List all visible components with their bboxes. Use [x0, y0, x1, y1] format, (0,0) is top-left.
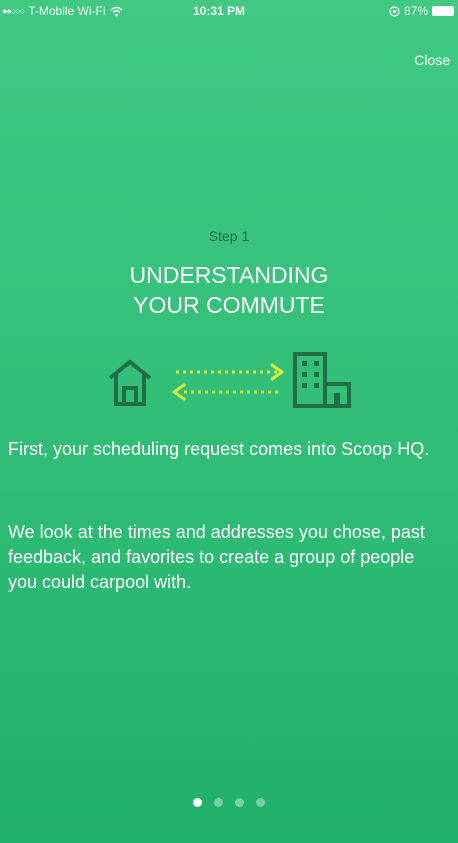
description-paragraph-1: First, your scheduling request comes int… — [8, 437, 448, 462]
location-icon — [389, 6, 400, 17]
status-bar: ●●○○○ T-Mobile Wi-Fi 10:31 PM 87% — [0, 0, 458, 22]
status-right: 87% — [389, 4, 454, 18]
page-dot-4[interactable] — [256, 798, 265, 807]
two-way-arrows-icon — [174, 365, 282, 399]
battery-icon — [432, 6, 454, 16]
house-icon — [110, 362, 150, 404]
title-line-2: YOUR COMMUTE — [0, 290, 458, 320]
building-icon — [295, 354, 349, 406]
description-paragraph-2: We look at the times and addresses you c… — [8, 520, 448, 595]
battery-percent: 87% — [404, 4, 428, 18]
page-indicator — [0, 798, 458, 807]
page-dot-1[interactable] — [193, 798, 202, 807]
page-title: UNDERSTANDING YOUR COMMUTE — [0, 260, 458, 320]
step-label: Step 1 — [0, 228, 458, 244]
onboarding-screen: ●●○○○ T-Mobile Wi-Fi 10:31 PM 87% Close … — [0, 0, 458, 843]
page-dot-3[interactable] — [235, 798, 244, 807]
close-button[interactable]: Close — [414, 52, 450, 68]
page-dot-2[interactable] — [214, 798, 223, 807]
commute-illustration — [108, 350, 354, 410]
title-line-1: UNDERSTANDING — [0, 260, 458, 290]
